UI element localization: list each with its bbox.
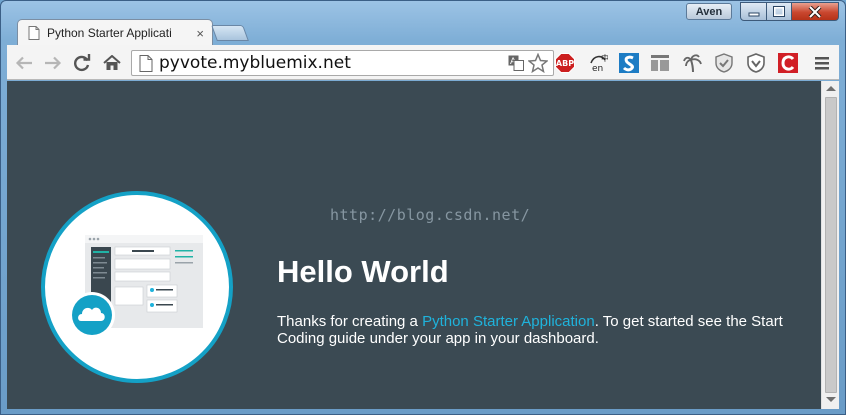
vpn-shield-button[interactable] [746,53,766,73]
dictionary-button[interactable]: en 中 [588,53,608,73]
reader-layout-button[interactable] [650,53,670,73]
adblock-plus-icon: ABP [555,53,575,73]
python-starter-link[interactable]: Python Starter Application [422,313,595,330]
description-text-start: Thanks for creating a [277,313,423,330]
watermark-text: http://blog.csdn.net/ [330,206,531,224]
tab-close-button[interactable]: × [196,26,204,41]
svg-text:ABP: ABP [556,59,574,68]
reload-button[interactable] [71,52,93,74]
tab-title: Python Starter Applicati [47,26,172,40]
back-button[interactable] [13,52,35,74]
adblock-plus-button[interactable]: ABP [555,53,575,73]
new-tab-button[interactable] [211,25,249,41]
chrome-menu-button[interactable] [812,53,832,73]
close-window-button[interactable] [791,2,839,21]
back-arrow-icon [15,56,32,70]
url-text[interactable]: pyvote.mybluemix.net [159,53,351,73]
menu-icon [815,57,829,70]
translate-icon[interactable]: A [508,55,524,71]
close-icon [808,5,822,18]
dictionary-en-icon: en中 [590,53,608,73]
home-icon [103,55,121,70]
vertical-scrollbar[interactable] [821,81,839,409]
shield-button[interactable] [714,53,734,73]
maximize-icon [773,6,785,17]
forward-arrow-icon [45,56,62,70]
page-description: Thanks for creating a Python Starter App… [277,313,797,347]
browser-tab[interactable]: Python Starter Applicati × [17,19,213,46]
svg-text:中: 中 [601,53,608,63]
minimize-button[interactable] [740,2,767,21]
bookmark-star-icon[interactable] [528,53,548,73]
s-extension-button[interactable] [619,53,639,73]
c-extension-icon [778,53,798,73]
browser-toolbar: pyvote.mybluemix.net A ABP en 中 [7,45,839,80]
page-icon [28,26,40,40]
svg-text:en: en [592,64,603,73]
address-bar[interactable]: pyvote.mybluemix.net A [131,50,554,76]
app-illustration [41,191,233,383]
reader-layout-icon [651,55,669,71]
c-extension-button[interactable] [778,53,798,73]
page-viewport: http://blog.csdn.net/ Hello World Thanks… [7,81,821,409]
reload-icon [74,54,91,72]
scrollbar-thumb[interactable] [825,97,837,393]
minimize-icon [748,12,759,16]
home-button[interactable] [101,52,123,74]
forward-button[interactable] [42,52,64,74]
page-heading: Hello World [277,254,449,289]
s-extension-icon [619,53,639,73]
scroll-up-icon[interactable] [826,86,836,91]
profile-button[interactable]: Aven [686,3,732,20]
scroll-down-icon[interactable] [826,397,836,402]
shield-icon [715,53,733,73]
palm-tree-icon [683,54,702,73]
vpn-shield-icon [747,53,765,73]
dashboard-illustration-icon [69,235,203,338]
page-info-icon [139,54,153,72]
palm-tree-button[interactable] [683,53,703,73]
maximize-button[interactable] [766,2,792,21]
